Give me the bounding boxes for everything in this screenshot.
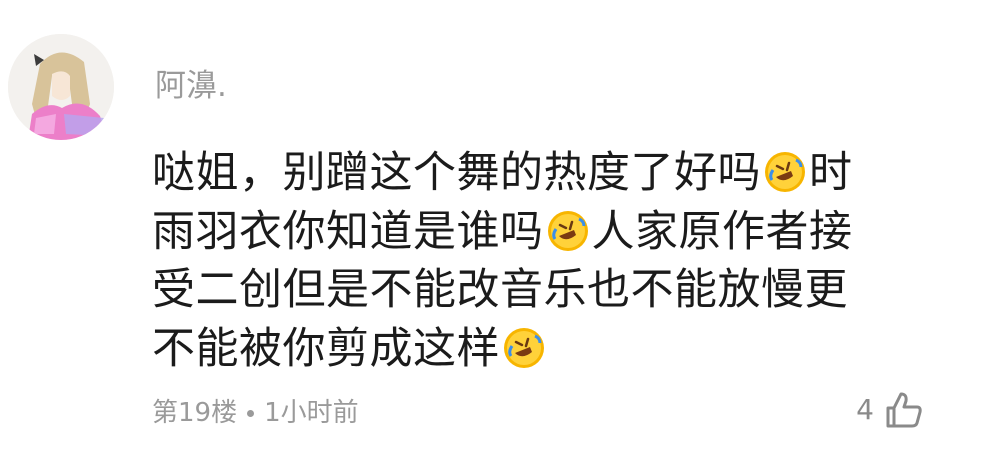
avatar[interactable] (8, 34, 114, 140)
floor-number: 第19楼 (152, 398, 238, 428)
comment-text: 哒姐，别蹭这个舞的热度了好吗 (152, 148, 761, 198)
comment-text: 不能被你剪成这样 (152, 323, 500, 374)
comment-line: 不能被你剪成这样 (152, 320, 942, 379)
comment-text: 雨羽衣你知道是谁吗 (152, 206, 544, 257)
comment-line: 受二创但是不能改音乐也不能放慢更 (152, 261, 942, 320)
separator-dot (247, 410, 255, 417)
comment-text: 时 (809, 148, 853, 198)
timestamp: 1小时前 (264, 398, 359, 428)
comment-meta: 第19楼 1小时前 (152, 393, 359, 433)
like-button[interactable]: 4 (856, 388, 926, 432)
thumbs-up-icon[interactable] (882, 388, 926, 432)
rolling-laughing-emoji-icon (546, 209, 590, 253)
username[interactable]: 阿濞. (155, 64, 227, 108)
comment-card: 阿濞. 哒姐，别蹭这个舞的热度了好吗时 雨羽衣你知道是谁吗 人家原作者接 受二创但… (0, 0, 982, 458)
rolling-laughing-emoji-icon (502, 326, 546, 370)
comment-line: 雨羽衣你知道是谁吗 人家原作者接 (152, 203, 942, 262)
like-count: 4 (856, 393, 874, 426)
comment-body: 哒姐，别蹭这个舞的热度了好吗时 雨羽衣你知道是谁吗 人家原作者接 受二创但是不能改… (152, 144, 942, 378)
comment-text: 人家原作者接 (591, 206, 853, 257)
comment-text: 受二创但是不能改音乐也不能放慢更 (152, 265, 848, 315)
avatar-image (8, 34, 114, 140)
rolling-laughing-emoji-icon (763, 150, 807, 194)
comment-line: 哒姐，别蹭这个舞的热度了好吗时 (152, 144, 942, 203)
